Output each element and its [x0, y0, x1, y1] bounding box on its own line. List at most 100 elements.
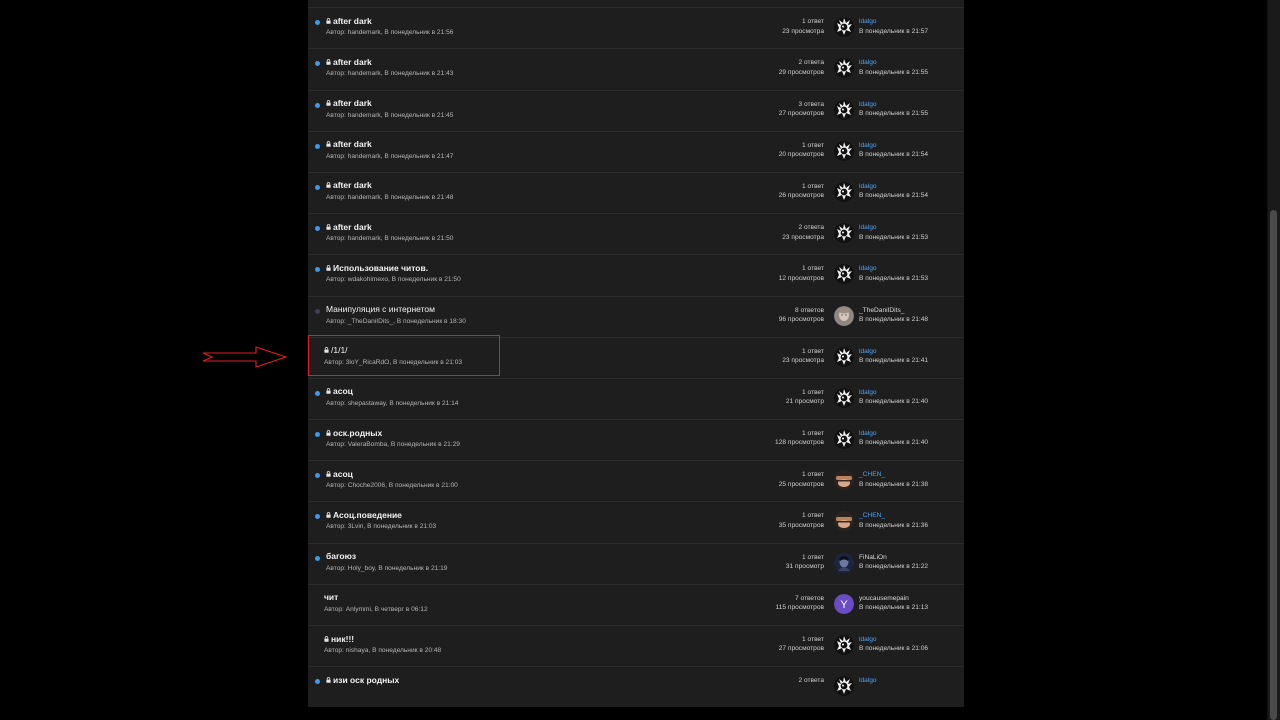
- thread-title[interactable]: асоц: [326, 467, 353, 480]
- last-poster-avatar[interactable]: [834, 17, 854, 38]
- scrollbar[interactable]: [1267, 0, 1280, 720]
- thread-row[interactable]: багоюз Автор: Holy_boy, В понедельник в …: [308, 542, 964, 584]
- thread-row[interactable]: чит Автор: Anlymmi, В четверг в 06:12 7 …: [308, 583, 964, 625]
- thread-title-text[interactable]: /1/1/: [331, 345, 348, 355]
- thread-title-text[interactable]: Манипуляция с интернетом: [326, 304, 435, 314]
- thread-title-text[interactable]: асоц: [333, 386, 353, 396]
- thread-title[interactable]: after dark: [326, 55, 372, 68]
- thread-title-text[interactable]: оск.родных: [333, 428, 382, 438]
- last-poster-avatar[interactable]: [834, 99, 854, 120]
- thread-title-text[interactable]: чит: [324, 592, 338, 602]
- last-poster-name[interactable]: ldalgo: [859, 182, 928, 191]
- last-post-date[interactable]: В понедельник в 21:55: [859, 109, 928, 118]
- last-post-date[interactable]: В понедельник в 21:38: [859, 480, 928, 489]
- last-post-date[interactable]: В понедельник в 21:48: [859, 315, 928, 324]
- thread-title[interactable]: ник!!!: [324, 632, 354, 645]
- last-poster-name[interactable]: ldalgo: [859, 676, 877, 685]
- thread-row[interactable]: after dark Автор: handemark, В понедельн…: [308, 171, 964, 213]
- last-poster-name[interactable]: _CHEN_: [859, 470, 928, 479]
- thread-title[interactable]: /1/1/: [324, 344, 348, 357]
- thread-row[interactable]: /1/1/ Автор: 3loY_RicaRdO, В понедельник…: [308, 336, 964, 378]
- thread-title-text[interactable]: изи оск родных: [333, 675, 399, 685]
- thread-title-text[interactable]: after dark: [333, 16, 372, 26]
- thread-title-text[interactable]: багоюз: [326, 551, 356, 561]
- thread-title[interactable]: асоц: [326, 385, 353, 398]
- last-poster-name[interactable]: ldalgo: [859, 388, 928, 397]
- thread-title-text[interactable]: after dark: [333, 222, 372, 232]
- last-poster-name[interactable]: _TheDaniIDits_: [859, 306, 928, 315]
- last-poster-avatar[interactable]: [834, 223, 854, 244]
- thread-title[interactable]: after dark: [326, 220, 372, 233]
- thread-title[interactable]: оск.родных: [326, 426, 382, 439]
- last-poster-avatar[interactable]: [834, 676, 854, 697]
- thread-row[interactable]: after dark Автор: handemark, В понедельн…: [308, 130, 964, 172]
- last-post-date[interactable]: В понедельник в 21:13: [859, 603, 928, 612]
- last-poster-avatar[interactable]: [834, 429, 854, 450]
- last-poster-name[interactable]: ldalgo: [859, 17, 928, 26]
- last-poster-avatar[interactable]: [834, 305, 854, 326]
- last-poster-name[interactable]: youcausemepain: [859, 594, 928, 603]
- thread-row[interactable]: ник!!! Автор: nishaya, В понедельник в 2…: [308, 625, 964, 666]
- thread-row[interactable]: Манипуляция с интернетом Автор: _TheDani…: [308, 295, 964, 337]
- thread-title-text[interactable]: ник!!!: [331, 634, 354, 644]
- last-poster-avatar[interactable]: [834, 387, 854, 408]
- last-poster-name[interactable]: ldalgo: [859, 264, 928, 273]
- thread-title[interactable]: after dark: [326, 14, 372, 27]
- last-poster-avatar[interactable]: [834, 58, 854, 79]
- thread-row[interactable]: Асоц.поведение Автор: 3Lvin, В понедельн…: [308, 501, 964, 542]
- thread-title[interactable]: after dark: [326, 179, 372, 192]
- thread-row[interactable]: асоц Автор: shepastaway, В понедельник в…: [308, 377, 964, 419]
- thread-row[interactable]: after dark Автор: handemark, В понедельн…: [308, 213, 964, 254]
- thread-row[interactable]: Использование читов. Автор: wdakohimexo,…: [308, 254, 964, 295]
- thread-row[interactable]: after dark Автор: handemark, В понедельн…: [308, 48, 964, 89]
- thread-title-text[interactable]: асоц: [333, 469, 353, 479]
- last-post-date[interactable]: В понедельник в 21:54: [859, 150, 928, 159]
- last-poster-avatar[interactable]: [834, 635, 854, 655]
- thread-title[interactable]: Манипуляция с интернетом: [326, 303, 435, 316]
- thread-title-text[interactable]: after dark: [333, 139, 372, 149]
- last-poster-avatar[interactable]: [834, 470, 854, 491]
- thread-title[interactable]: багоюз: [326, 550, 356, 563]
- last-post-date[interactable]: В понедельник в 21:55: [859, 68, 928, 77]
- thread-row[interactable]: Некорректный никнейм. Автор: beintigo, В…: [308, 0, 964, 7]
- last-poster-avatar[interactable]: [834, 346, 854, 367]
- thread-title-text[interactable]: Асоц.поведение: [333, 510, 402, 520]
- thread-title[interactable]: чит: [324, 591, 338, 604]
- last-post-date[interactable]: В понедельник в 21:40: [859, 438, 928, 447]
- last-post-date[interactable]: В понедельник в 21:41: [859, 356, 928, 365]
- last-poster-avatar[interactable]: [834, 264, 854, 285]
- thread-title[interactable]: Использование читов.: [326, 261, 428, 274]
- last-post-date[interactable]: В понедельник в 21:36: [859, 521, 928, 530]
- thread-title[interactable]: Асоц.поведение: [326, 508, 402, 521]
- last-post-date[interactable]: В понедельник в 21:40: [859, 397, 928, 406]
- thread-title-text[interactable]: after dark: [333, 98, 372, 108]
- scrollbar-thumb[interactable]: [1270, 210, 1277, 720]
- thread-title-text[interactable]: after dark: [333, 180, 372, 190]
- last-poster-name[interactable]: ldalgo: [859, 58, 928, 67]
- last-poster-avatar[interactable]: [834, 511, 854, 532]
- last-post-date[interactable]: В понедельник в 21:57: [859, 27, 928, 36]
- thread-row[interactable]: after dark Автор: handemark, В понедельн…: [308, 7, 964, 48]
- last-poster-avatar[interactable]: [834, 552, 854, 573]
- thread-row[interactable]: изи оск родных 2 ответа ldalgo: [308, 666, 964, 707]
- last-poster-name[interactable]: ldalgo: [859, 429, 928, 438]
- thread-row[interactable]: оск.родных Автор: ValeraBomba, В понедел…: [308, 419, 964, 460]
- last-poster-avatar[interactable]: Y: [834, 593, 854, 614]
- last-post-date[interactable]: В понедельник в 21:22: [859, 562, 928, 571]
- last-poster-name[interactable]: ldalgo: [859, 100, 928, 109]
- last-poster-name[interactable]: ldalgo: [859, 141, 928, 150]
- last-post-date[interactable]: В понедельник в 21:53: [859, 274, 928, 283]
- thread-title[interactable]: изи оск родных: [326, 673, 399, 686]
- last-poster-avatar[interactable]: [834, 181, 854, 202]
- last-post-date[interactable]: В понедельник в 21:54: [859, 191, 928, 200]
- last-poster-name[interactable]: FiNaLiOn: [859, 553, 928, 562]
- last-poster-name[interactable]: ldalgo: [859, 347, 928, 356]
- thread-title-text[interactable]: Использование читов.: [333, 263, 428, 273]
- last-poster-avatar[interactable]: [834, 140, 854, 161]
- last-post-date[interactable]: В понедельник в 21:06: [859, 644, 928, 653]
- thread-title-text[interactable]: after dark: [333, 57, 372, 67]
- last-poster-name[interactable]: _CHEN_: [859, 511, 928, 520]
- thread-row[interactable]: асоц Автор: Choche2006, В понедельник в …: [308, 460, 964, 501]
- last-poster-name[interactable]: ldalgo: [859, 635, 928, 644]
- last-poster-name[interactable]: ldalgo: [859, 223, 928, 232]
